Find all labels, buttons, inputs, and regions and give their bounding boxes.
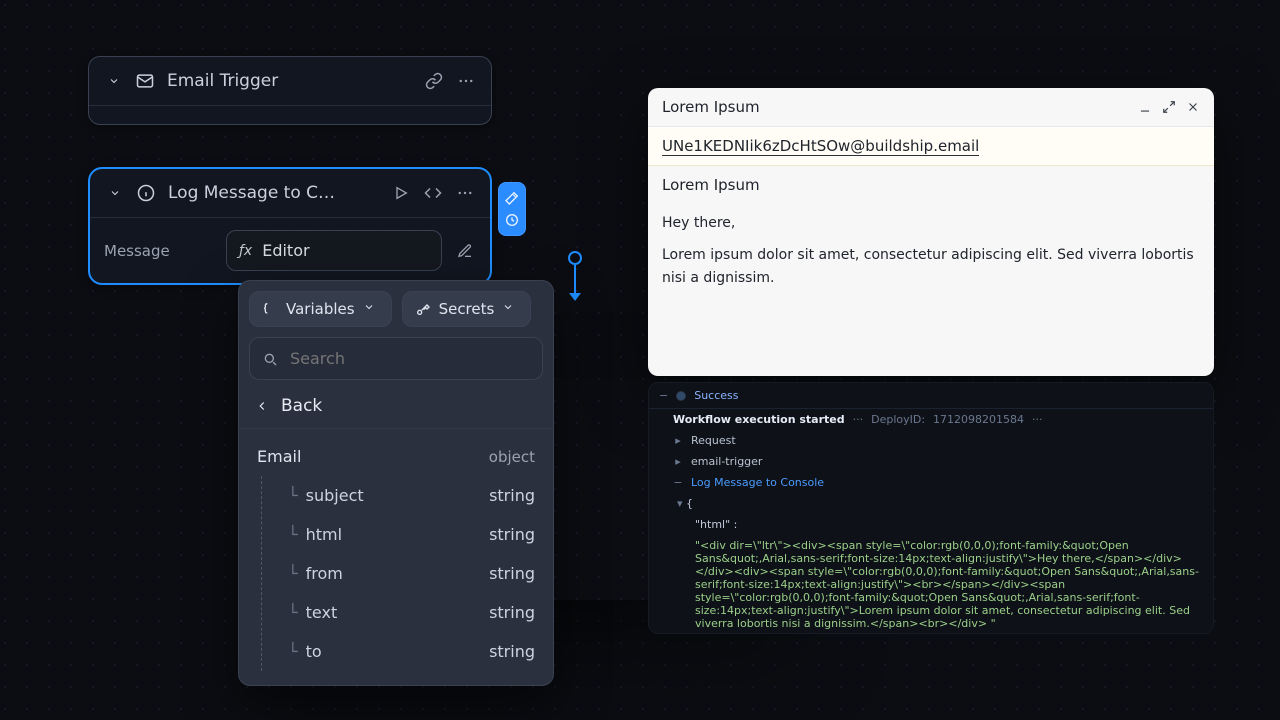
flow-connector (574, 245, 576, 285)
run-icon[interactable] (392, 184, 410, 202)
node-email-trigger[interactable]: Email Trigger (88, 56, 492, 125)
minimize-icon[interactable] (1138, 100, 1152, 114)
node-title: Log Message to C… (168, 183, 380, 203)
collapse-all-icon[interactable]: − (659, 389, 668, 402)
message-editor[interactable]: ƒx Editor (226, 230, 442, 271)
variable-type: object (489, 448, 535, 466)
link-icon[interactable] (425, 72, 443, 90)
secrets-label: Secrets (439, 300, 495, 318)
code-icon[interactable] (424, 184, 442, 202)
node-body-empty (89, 106, 491, 124)
window-title: Lorem Ipsum (662, 98, 760, 116)
chevron-down-icon (502, 301, 518, 317)
variable-root[interactable]: Email object (249, 437, 543, 476)
variable-child-type: string (489, 564, 535, 583)
deploy-sep: ··· (853, 413, 864, 426)
variables-search[interactable] (249, 337, 543, 380)
variables-panel[interactable]: Variables Secrets Back Email obj (238, 280, 554, 686)
variable-child[interactable]: └fromstring (280, 554, 543, 593)
variables-back[interactable]: Back (239, 390, 553, 429)
email-to: UNe1KEDNIik6zDcHtSOw@buildship.email (648, 127, 1214, 166)
variable-child[interactable]: └htmlstring (280, 515, 543, 554)
key-icon (415, 301, 431, 317)
console-email-trigger[interactable]: email-trigger (691, 455, 762, 468)
variable-child-type: string (489, 603, 535, 622)
close-icon[interactable] (1186, 100, 1200, 114)
message-label: Message (104, 242, 214, 260)
chevron-down-icon (363, 301, 379, 317)
variable-child[interactable]: └textstring (280, 593, 543, 632)
email-greeting: Hey there, (662, 212, 1200, 234)
edit-icon[interactable] (454, 240, 476, 262)
variable-child[interactable]: └tostring (280, 632, 543, 671)
variables-label: Variables (286, 300, 355, 318)
variable-child-type: string (489, 642, 535, 661)
variable-child[interactable]: └subjectstring (280, 476, 543, 515)
status-dot (676, 391, 686, 401)
node-log-message[interactable]: Log Message to C… Message ƒx Editor (88, 167, 492, 285)
variable-child-name: to (306, 642, 322, 661)
more-icon[interactable] (456, 184, 474, 202)
chevron-left-icon (255, 399, 269, 413)
braces-icon (262, 301, 278, 317)
execution-console[interactable]: − Success Workflow execution started ···… (648, 382, 1214, 634)
back-label: Back (281, 396, 322, 416)
search-icon (262, 351, 278, 367)
search-input[interactable] (288, 348, 530, 369)
node-title: Email Trigger (167, 71, 413, 91)
exec-started: Workflow execution started (673, 413, 845, 426)
collapse-toggle[interactable] (106, 184, 124, 202)
status-label: Success (694, 389, 738, 402)
variable-name: Email (257, 447, 301, 466)
variable-child-type: string (489, 486, 535, 505)
magic-wand-icon[interactable] (504, 190, 520, 206)
email-subject: Lorem Ipsum (648, 166, 1214, 204)
variable-child-type: string (489, 525, 535, 544)
variable-child-name: html (306, 525, 342, 544)
email-body-text: Lorem ipsum dolor sit amet, consectetur … (662, 244, 1200, 289)
variable-child-name: text (306, 603, 338, 622)
secrets-tab[interactable]: Secrets (402, 291, 532, 327)
variable-child-name: from (306, 564, 343, 583)
json-key-html: "html" : (695, 518, 737, 531)
console-log-link[interactable]: Log Message to Console (691, 476, 824, 489)
json-val-html: "<div dir=\"ltr\"><div><span style=\"col… (695, 539, 1199, 630)
deploy-id-label: DeployID: (871, 413, 925, 426)
expand-icon[interactable]: ▸ (673, 455, 683, 468)
expand-icon[interactable]: ▸ (673, 434, 683, 447)
expand-icon[interactable] (1162, 100, 1176, 114)
deploy-id: 1712098201584 (933, 413, 1024, 426)
variables-tab[interactable]: Variables (249, 291, 392, 327)
node-quick-actions[interactable] (498, 182, 526, 236)
collapse-toggle[interactable] (105, 72, 123, 90)
mail-icon (135, 71, 155, 91)
fx-icon: ƒx (239, 243, 252, 259)
console-request[interactable]: Request (691, 434, 736, 447)
clock-icon[interactable] (504, 212, 520, 228)
editor-label: Editor (262, 241, 309, 260)
email-preview-window[interactable]: Lorem Ipsum UNe1KEDNIik6zDcHtSOw@buildsh… (648, 88, 1214, 376)
collapse-icon[interactable]: − (673, 476, 683, 489)
deploy-sep2: ··· (1032, 413, 1043, 426)
more-icon[interactable] (457, 72, 475, 90)
variable-child-name: subject (306, 486, 364, 505)
info-icon (136, 183, 156, 203)
